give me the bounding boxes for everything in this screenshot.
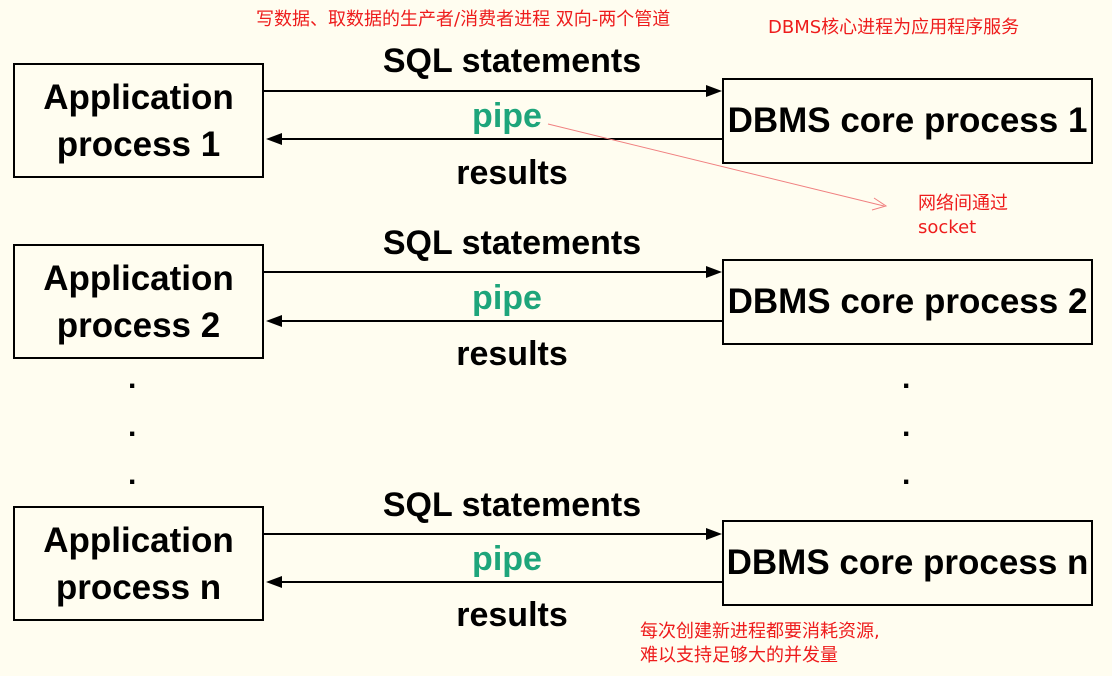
application-process-2-line2: process 2 <box>56 305 221 345</box>
ellipsis-dot-right-2: . <box>902 410 911 443</box>
request-arrowhead-2 <box>706 266 722 278</box>
response-arrowhead-2 <box>266 315 282 327</box>
ellipsis-dot-left-3: . <box>128 458 137 491</box>
ellipsis-dot-left-1: . <box>128 362 137 395</box>
ellipsis-dot-right-1: . <box>902 362 911 395</box>
sql-statements-label-2: SQL statements <box>382 224 642 262</box>
sql-statements-label-1: SQL statements <box>382 42 642 80</box>
results-label-2: results <box>456 335 568 373</box>
response-arrowhead-1 <box>266 133 282 145</box>
dbms-core-process-1-box: DBMS core process 1 <box>722 78 1093 164</box>
request-arrowhead-n <box>706 528 722 540</box>
ellipsis-dot-left-2: . <box>128 410 137 443</box>
dbms-core-process-n-box: DBMS core process n <box>722 520 1093 606</box>
request-arrowhead-1 <box>706 85 722 97</box>
application-process-n-line1: Application <box>43 520 234 560</box>
sql-statements-label-n: SQL statements <box>382 486 642 524</box>
application-process-1-line2: process 1 <box>56 124 221 164</box>
results-label-n: results <box>456 596 568 634</box>
dbms-core-process-2-box: DBMS core process 2 <box>722 259 1093 345</box>
ellipsis-dot-right-3: . <box>902 458 911 491</box>
application-process-n-line2: process n <box>55 567 222 607</box>
pipe-label-n: pipe <box>472 540 542 578</box>
application-process-2-box: Application process 2 <box>13 244 264 359</box>
application-process-1-line1: Application <box>43 77 234 117</box>
pipe-label-1: pipe <box>472 97 542 135</box>
response-arrowhead-n <box>266 576 282 588</box>
application-process-2-line1: Application <box>43 258 234 298</box>
application-process-1-box: Application process 1 <box>13 63 264 178</box>
pipe-label-2: pipe <box>472 279 542 317</box>
application-process-n-box: Application process n <box>13 506 264 621</box>
results-label-1: results <box>456 154 568 192</box>
